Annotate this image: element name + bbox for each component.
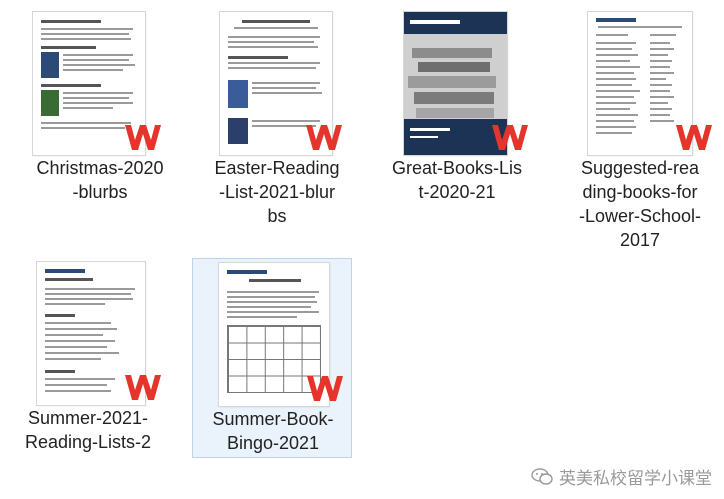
file-name: Summer-2021- Reading-Lists-2 [24,408,152,452]
file-tile-christmas[interactable]: Christmas-2020 -blurbs [15,8,185,238]
file-tile-summer-bingo[interactable]: Summer-Book- Bingo-2021 [192,258,352,458]
file-name: Christmas-2020 -blurbs [36,158,164,202]
wps-logo-icon [125,125,161,150]
file-tile-great-books[interactable]: Great-Books-Lis t-2020-21 [372,8,542,238]
watermark-text: 英美私校留学小课堂 [559,469,712,488]
file-name: Easter-Reading -List-2021-blur bs [214,158,340,226]
file-tile-suggested-reading[interactable]: Suggested-rea ding-books-for -Lower-School… [550,8,720,258]
wps-logo-icon [125,375,161,400]
file-name: Summer-Book- Bingo-2021 [212,409,334,453]
file-name: Great-Books-Lis t-2020-21 [391,158,523,202]
wps-logo-icon [307,376,343,401]
wps-logo-icon [676,125,712,150]
file-name: Suggested-rea ding-books-for -Lower-School… [578,158,702,250]
file-tile-easter[interactable]: Easter-Reading -List-2021-blur bs [192,8,362,238]
wechat-icon [531,467,553,485]
wps-logo-icon [492,125,528,150]
wps-logo-icon [306,125,342,150]
wechat-watermark: 英美私校留学小课堂 [531,464,712,489]
file-tile-summer-lists[interactable]: Summer-2021- Reading-Lists-2 [15,258,185,458]
